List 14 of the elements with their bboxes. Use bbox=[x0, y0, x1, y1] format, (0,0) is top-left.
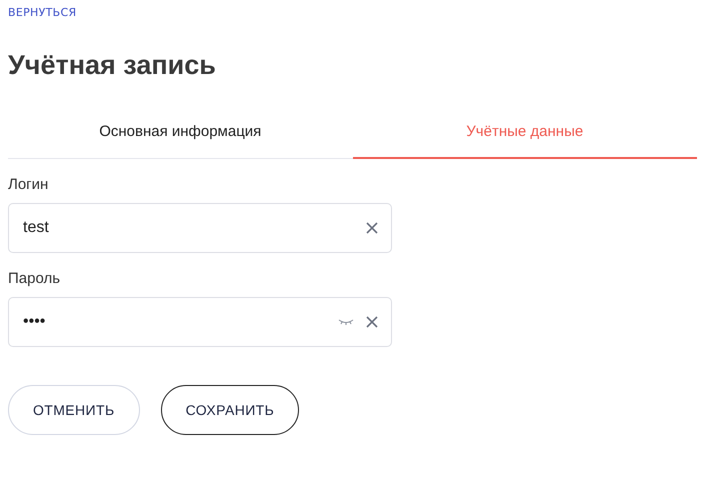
save-button[interactable]: СОХРАНИТЬ bbox=[160, 385, 300, 435]
clear-icon[interactable] bbox=[366, 316, 378, 328]
cancel-button[interactable]: ОТМЕНИТЬ bbox=[8, 385, 140, 435]
field-label: Логин bbox=[8, 176, 48, 193]
password-field[interactable]: •••• bbox=[8, 297, 392, 347]
back-link[interactable]: ВЕРНУТЬСЯ bbox=[8, 6, 76, 19]
input-field[interactable]: test bbox=[8, 203, 392, 253]
field-label: Пароль bbox=[8, 270, 60, 287]
clear-icon[interactable] bbox=[366, 222, 378, 234]
tab[interactable]: Основная информация bbox=[8, 111, 352, 159]
closed-eye-icon[interactable] bbox=[338, 318, 354, 326]
field-value: test bbox=[23, 219, 49, 237]
page-title: Учётная запись bbox=[8, 50, 216, 81]
field-value: •••• bbox=[23, 313, 46, 331]
